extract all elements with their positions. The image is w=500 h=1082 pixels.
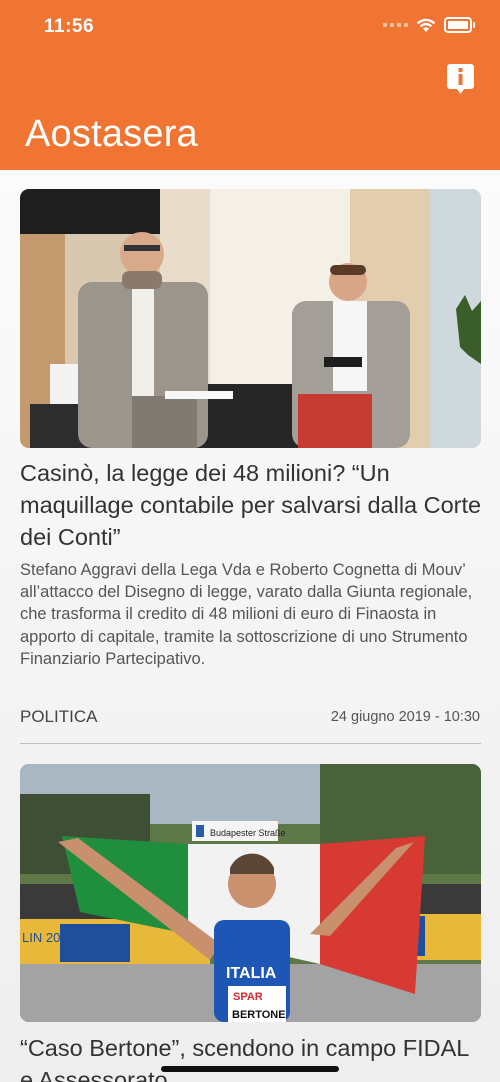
article-image[interactable] — [20, 189, 481, 448]
signal-icon — [383, 23, 408, 27]
article-photo: Budapester Straße LIN 2018 ITALIA SPAR B… — [20, 764, 481, 1022]
article-headline[interactable]: “Caso Bertone”, scendono in campo FIDAL … — [20, 1032, 485, 1082]
bib-sponsor-text: SPAR — [233, 991, 263, 1003]
app-header: 11:56 Aostasera — [0, 0, 500, 170]
article-photo — [20, 189, 481, 448]
bib-name-text: BERTONE — [232, 1009, 286, 1021]
info-icon[interactable] — [447, 64, 474, 94]
street-sign-text: Budapester Straße — [210, 828, 286, 838]
shirt-text: ITALIA — [226, 965, 277, 982]
banner-text: LIN 2018 — [22, 930, 75, 945]
home-indicator[interactable] — [161, 1066, 339, 1072]
battery-icon — [444, 17, 475, 33]
app-title: Aostasera — [25, 113, 198, 155]
article-summary: Stefano Aggravi della Lega Vda e Roberto… — [20, 561, 473, 668]
article-date: 24 giugno 2019 - 10:30 — [330, 709, 480, 725]
status-icons — [383, 17, 475, 33]
article-divider — [20, 743, 481, 744]
article-image[interactable]: Budapester Straße LIN 2018 ITALIA SPAR B… — [20, 764, 481, 1022]
article-category: POLITICA — [20, 707, 98, 726]
wifi-icon — [416, 18, 436, 32]
article-headline[interactable]: Casinò, la legge dei 48 milioni? “Un maq… — [20, 457, 485, 553]
article-feed[interactable]: Casinò, la legge dei 48 milioni? “Un maq… — [0, 170, 500, 1082]
status-time: 11:56 — [44, 16, 95, 37]
